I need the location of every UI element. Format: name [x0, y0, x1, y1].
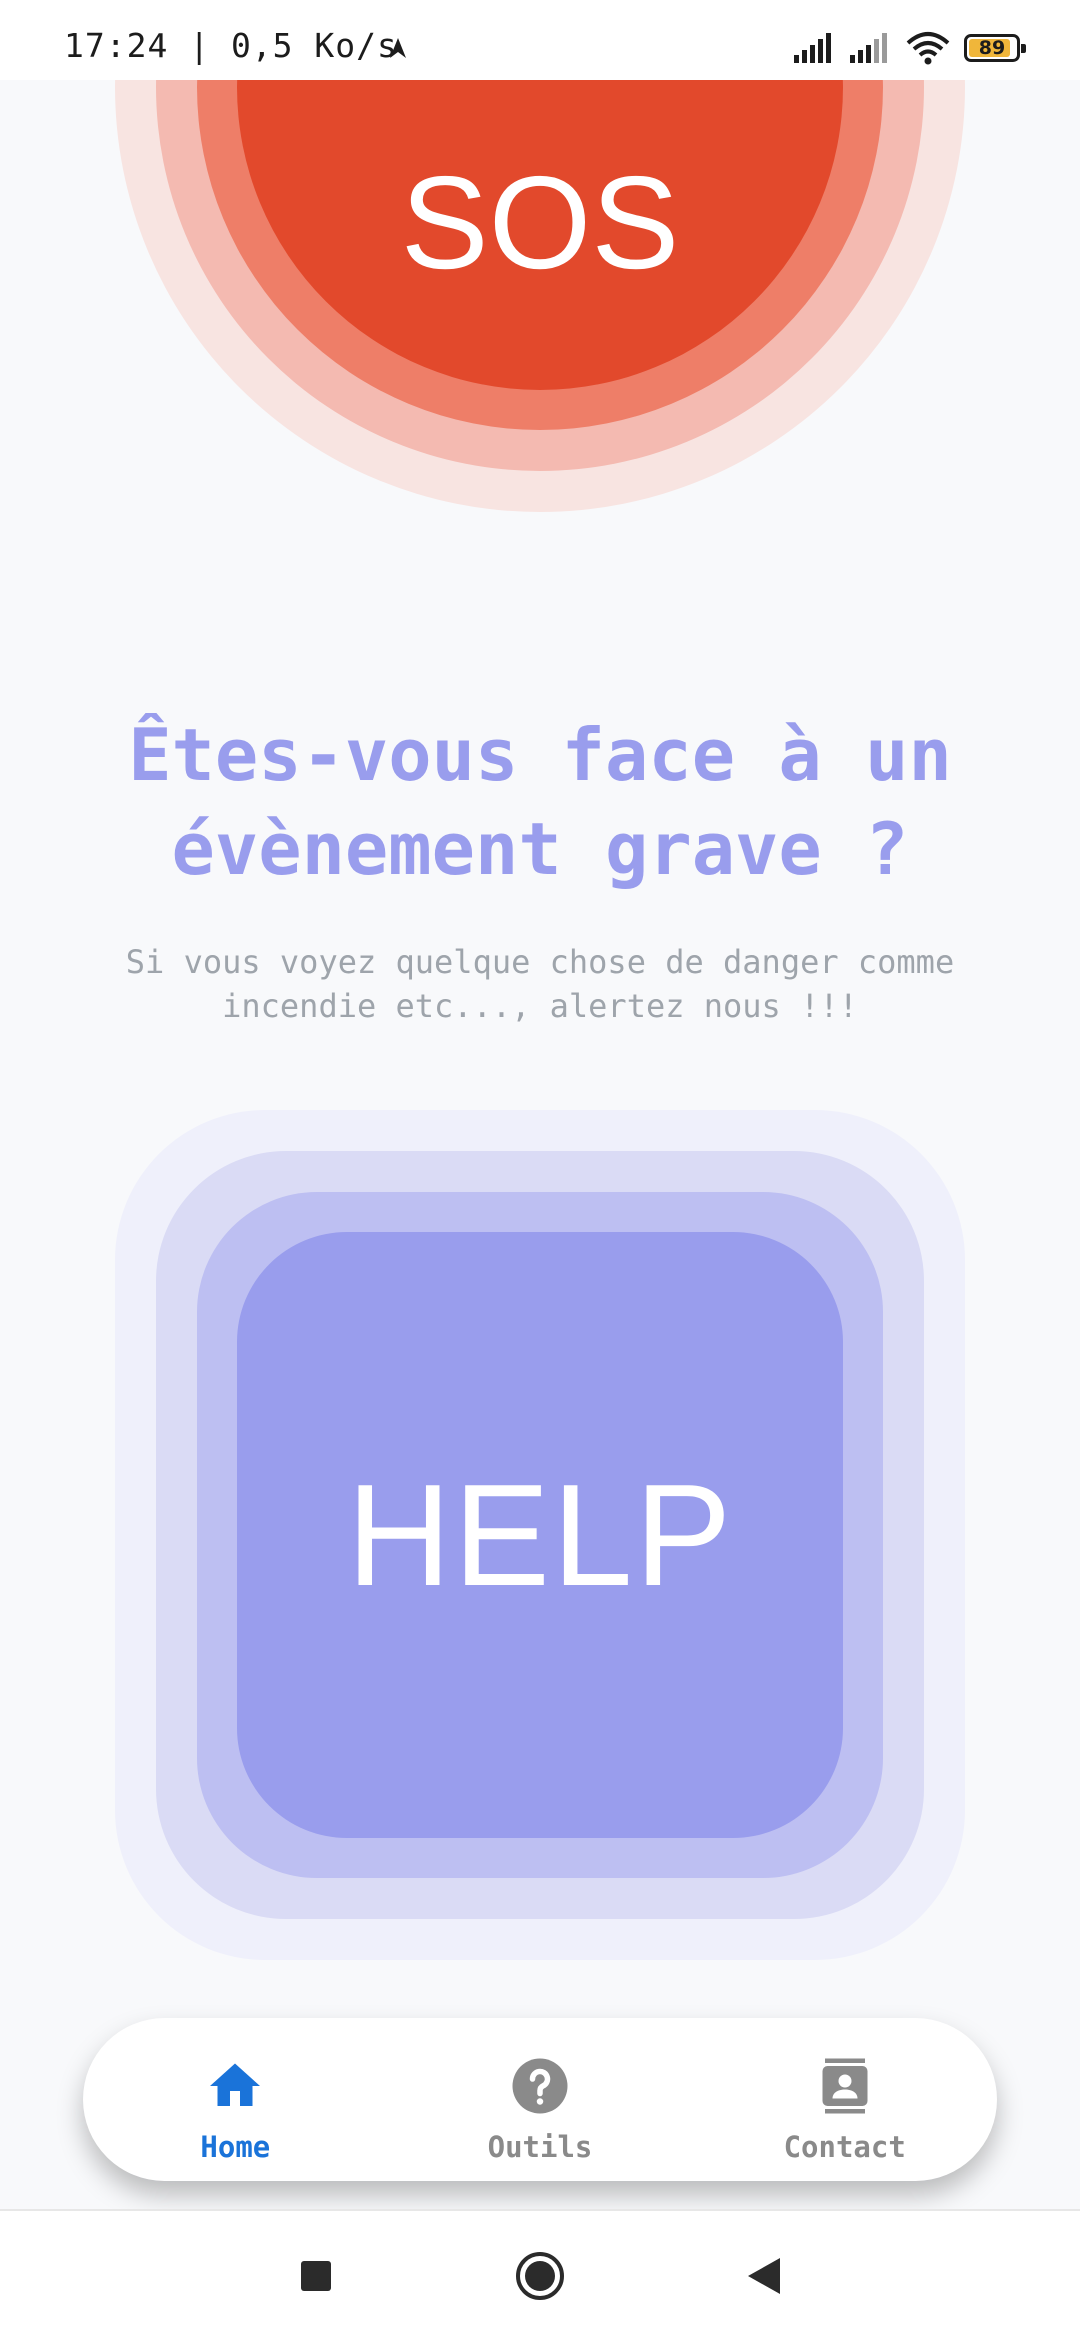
- page-headline: Êtes-vous face à un évènement grave ?: [128, 713, 952, 891]
- battery-level: 89: [978, 37, 1006, 59]
- help-label: HELP: [346, 1453, 734, 1616]
- nav-item-home[interactable]: Home: [83, 2018, 388, 2181]
- nav-label-outils: Outils: [487, 2130, 593, 2164]
- status-icons: 89: [794, 28, 1026, 68]
- recent-apps-icon: [301, 2261, 331, 2291]
- page-subtext: Si vous voyez quelque chose de danger co…: [125, 943, 955, 1025]
- battery-icon: 89: [964, 34, 1026, 62]
- nav-label-contact: Contact: [783, 2130, 906, 2164]
- home-icon: [210, 2063, 261, 2106]
- nav-item-contact[interactable]: Contact: [692, 2018, 997, 2181]
- recent-apps-button[interactable]: [288, 2248, 344, 2304]
- status-bar: 17:24 | 0,5 Ko/s 89: [0, 0, 1080, 80]
- signal-icon-2: [850, 33, 887, 63]
- sos-label: SOS: [400, 149, 680, 296]
- back-icon: [748, 2258, 780, 2294]
- notification-icon: [390, 38, 406, 58]
- home-circle-icon: [516, 2252, 564, 2300]
- help-circle-icon: [512, 2058, 568, 2114]
- nav-item-outils[interactable]: Outils: [388, 2018, 693, 2181]
- signal-icon: [794, 33, 831, 63]
- system-nav-bar: [0, 2211, 1080, 2340]
- bottom-nav: Home Outils Contact: [83, 2018, 997, 2181]
- back-system-button[interactable]: [736, 2248, 792, 2304]
- status-time-speed: 17:24 | 0,5 Ko/s: [64, 26, 398, 65]
- contact-card-icon: [822, 2058, 868, 2114]
- help-button[interactable]: HELP: [237, 1232, 843, 1838]
- home-system-button[interactable]: [512, 2248, 568, 2304]
- wifi-icon: [906, 32, 950, 65]
- help-button-group: HELP: [115, 1110, 965, 1960]
- nav-label-home: Home: [200, 2130, 271, 2164]
